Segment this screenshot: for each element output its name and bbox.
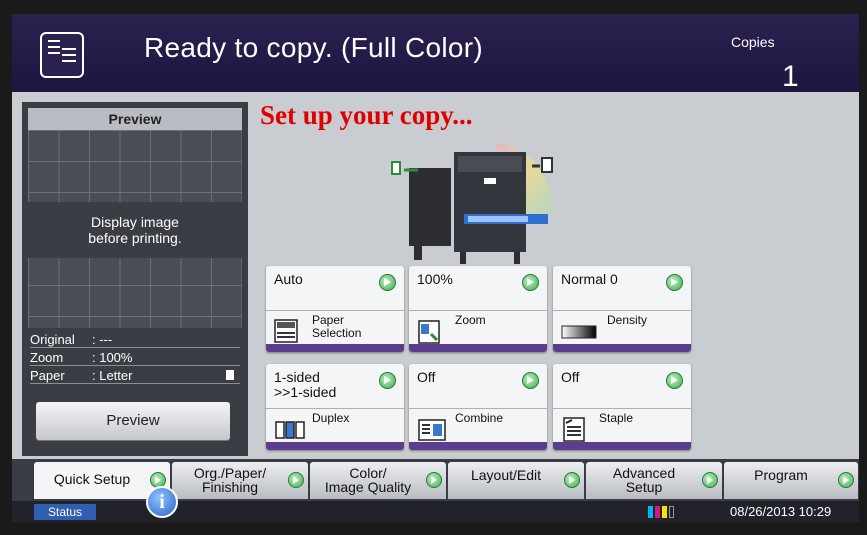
go-arrow-icon xyxy=(379,274,396,291)
status-button[interactable]: Status xyxy=(34,504,96,520)
tab-advanced-setup[interactable]: Advanced Setup xyxy=(586,462,722,499)
info-icon[interactable]: i xyxy=(146,486,178,518)
density-button[interactable]: Normal 0 Density xyxy=(553,266,691,352)
zoom-button[interactable]: 100% Zoom xyxy=(409,266,547,352)
paper-size-icon xyxy=(226,370,234,380)
go-arrow-icon xyxy=(702,472,718,488)
go-arrow-icon xyxy=(522,372,539,389)
go-arrow-icon xyxy=(379,372,396,389)
go-arrow-icon xyxy=(426,472,442,488)
preview-message-line2: before printing. xyxy=(88,230,182,246)
copies-label: Copies xyxy=(731,34,775,50)
duplex-button[interactable]: 1-sided >>1-sided Duplex xyxy=(266,364,404,450)
toner-level-icon xyxy=(648,505,676,518)
header-bar: Ready to copy. (Full Color) Copies 1 xyxy=(12,14,859,94)
preview-button[interactable]: Preview xyxy=(36,402,230,440)
preview-message: Display image before printing. xyxy=(28,202,242,258)
go-arrow-icon xyxy=(564,472,580,488)
staple-icon xyxy=(563,417,585,442)
go-arrow-icon xyxy=(666,372,683,389)
function-tabs: Quick Setup Org./Paper/Finishing Color/I… xyxy=(12,459,859,501)
tab-color-image-quality[interactable]: Color/Image Quality xyxy=(310,462,446,499)
go-arrow-icon xyxy=(522,274,539,291)
preview-message-line1: Display image xyxy=(91,214,179,230)
combine-icon xyxy=(418,419,446,441)
date-time: 08/26/2013 10:29 xyxy=(730,504,832,519)
info-zoom: Zoom: 100% xyxy=(30,350,240,366)
duplex-icon xyxy=(275,421,305,439)
zoom-icon xyxy=(418,320,440,344)
tab-layout-edit[interactable]: Layout/Edit xyxy=(448,462,584,499)
preview-header: Preview xyxy=(28,108,242,130)
info-paper: Paper: Letter xyxy=(30,368,240,384)
info-original: Original: --- xyxy=(30,332,240,348)
go-arrow-icon xyxy=(288,472,304,488)
go-arrow-icon xyxy=(666,274,683,291)
copier-machine-icon xyxy=(391,142,554,264)
tab-org-paper-finishing[interactable]: Org./Paper/Finishing xyxy=(172,462,308,499)
copy-document-icon xyxy=(40,32,84,78)
setup-heading: Set up your copy... xyxy=(260,100,473,130)
copies-count[interactable]: 1 xyxy=(782,60,799,94)
copier-screen: Ready to copy. (Full Color) Copies 1 Pre… xyxy=(12,14,859,522)
page-title: Ready to copy. (Full Color) xyxy=(144,32,484,63)
preview-panel: Preview Display image before printing. O… xyxy=(22,102,248,456)
paper-selection-button[interactable]: Auto Paper Selection xyxy=(266,266,404,352)
paper-tray-icon xyxy=(274,319,298,343)
tab-program[interactable]: Program xyxy=(724,462,858,499)
combine-button[interactable]: Off Combine xyxy=(409,364,547,450)
status-bar: Status 08/26/2013 10:29 xyxy=(12,501,859,522)
staple-button[interactable]: Off Staple xyxy=(553,364,691,450)
density-gradient-icon xyxy=(561,325,597,339)
go-arrow-icon xyxy=(838,472,854,488)
